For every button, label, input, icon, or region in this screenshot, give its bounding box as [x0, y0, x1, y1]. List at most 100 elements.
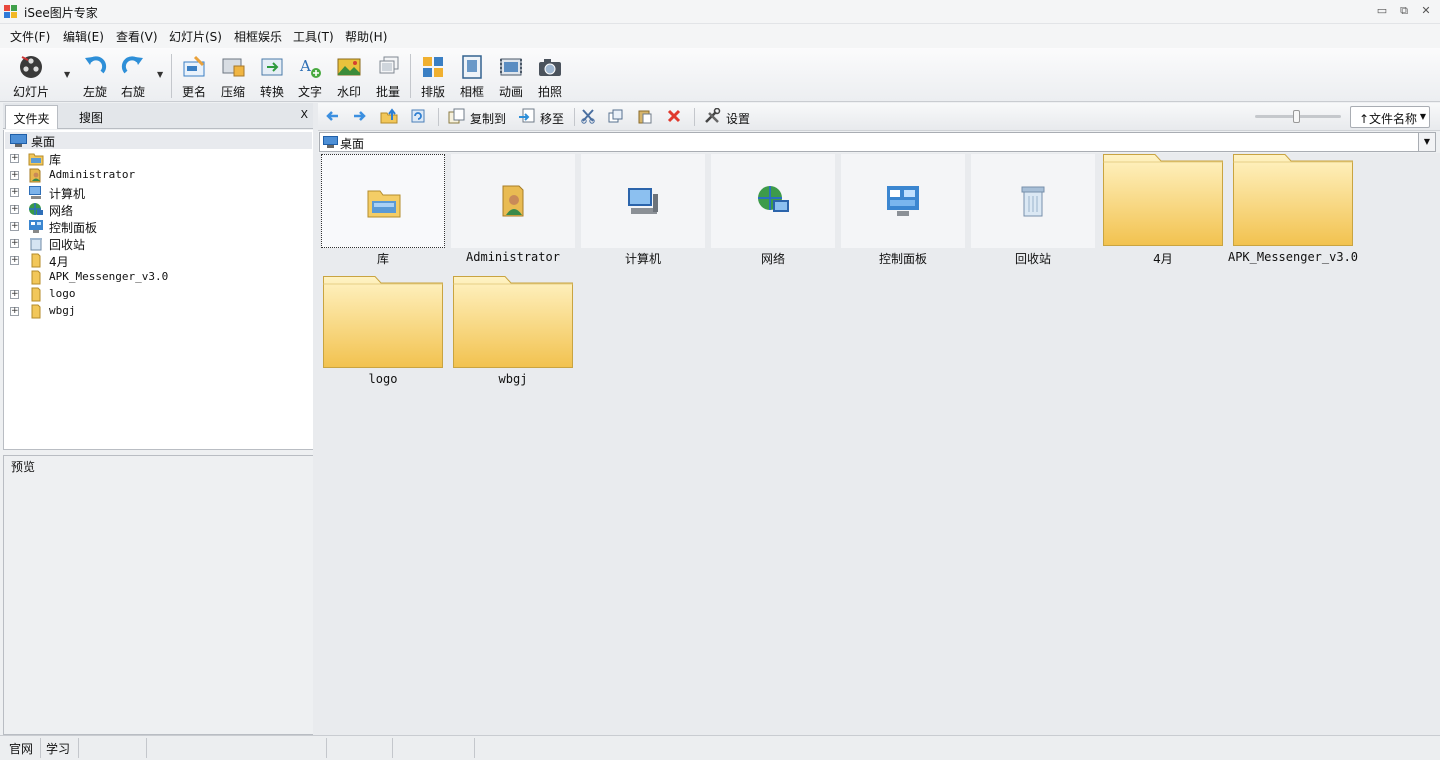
sort-select[interactable]: ↑文件名称 ▼ [1350, 106, 1430, 128]
menu-view[interactable]: 查看(V) [116, 28, 158, 45]
window-title: iSee图片专家 [24, 6, 98, 20]
folder-thumbnail[interactable]: logo [321, 276, 445, 388]
tree-item[interactable]: + wbgj [4, 303, 304, 320]
folder-icon [28, 304, 44, 319]
zoom-slider-thumb[interactable] [1293, 110, 1300, 123]
menu-edit[interactable]: 编辑(E) [63, 28, 104, 45]
expand-icon[interactable]: + [10, 239, 19, 248]
status-cell [79, 738, 147, 758]
expand-icon[interactable]: + [10, 154, 19, 163]
folder-up-icon [380, 108, 398, 124]
tree-item[interactable]: + 库 [4, 150, 304, 167]
tree-item[interactable]: +4月 [4, 252, 304, 269]
watermark-button[interactable]: 水印 [330, 52, 368, 100]
rotate-dropdown-icon[interactable]: ▼ [157, 70, 163, 79]
tree-item[interactable]: + 回收站 [4, 235, 304, 252]
status-learn[interactable]: 学习 [41, 738, 79, 758]
item-thumbnail[interactable]: Administrator [451, 154, 575, 266]
item-thumbnail[interactable]: 控制面板 [841, 154, 965, 266]
item-thumbnail[interactable]: 回收站 [971, 154, 1095, 266]
photo-button[interactable]: 拍照 [531, 52, 569, 100]
tree-item[interactable]: + 网络 [4, 201, 304, 218]
forward-button[interactable] [352, 108, 370, 126]
cut-button[interactable] [580, 108, 598, 126]
expand-icon[interactable]: + [10, 290, 19, 299]
menu-file[interactable]: 文件(F) [10, 28, 50, 45]
expand-icon[interactable]: + [10, 222, 19, 231]
folder-thumbnail[interactable]: 4月 [1101, 154, 1225, 266]
expand-icon[interactable]: + [10, 188, 19, 197]
menu-frame-fun[interactable]: 相框娱乐 [234, 28, 282, 45]
text-button[interactable]: A 文字 [291, 52, 329, 100]
convert-button[interactable]: 转换 [253, 52, 291, 100]
expand-icon[interactable]: + [10, 205, 19, 214]
compress-button[interactable]: 压缩 [214, 52, 252, 100]
address-bar[interactable]: 桌面 ▼ [319, 132, 1436, 152]
rotate-left-button[interactable]: 左旋 [76, 52, 114, 100]
arrow-left-icon [326, 111, 338, 121]
library-icon [28, 151, 44, 166]
menu-help[interactable]: 帮助(H) [345, 28, 387, 45]
thumbnail-caption: 库 [376, 252, 389, 266]
thumbnail-frame [451, 154, 575, 248]
expand-icon[interactable]: + [10, 256, 19, 265]
tab-image-search[interactable]: 搜图 [63, 105, 119, 129]
copy-button[interactable] [608, 108, 626, 126]
tree-item[interactable]: + 控制面板 [4, 218, 304, 235]
delete-button[interactable] [666, 108, 684, 126]
preview-label: 预览 [11, 460, 36, 474]
rotate-right-button[interactable]: 右旋 [114, 52, 152, 100]
tree-item[interactable]: + Administrator [4, 167, 304, 184]
settings-button[interactable]: 设置 [704, 107, 754, 126]
frame-button[interactable]: 相框 [453, 52, 491, 100]
item-thumbnail[interactable]: 网络 [711, 154, 835, 266]
tree-item-label: 回收站 [49, 238, 86, 252]
photo-frame-icon [462, 55, 482, 79]
menu-tools[interactable]: 工具(T) [293, 28, 334, 45]
recycle-bin-icon [28, 236, 44, 251]
menu-slideshow[interactable]: 幻灯片(S) [169, 28, 222, 45]
item-thumbnail[interactable]: 计算机 [581, 154, 705, 266]
expand-icon[interactable]: + [10, 171, 19, 180]
batch-button[interactable]: 批量 [369, 52, 407, 100]
status-cell [393, 738, 475, 758]
slideshow-dropdown-icon[interactable]: ▼ [64, 70, 70, 79]
move-to-icon [519, 108, 535, 123]
tree-item[interactable]: + 计算机 [4, 184, 304, 201]
slideshow-button[interactable]: 幻灯片 [12, 52, 50, 100]
move-to-button[interactable]: 移至 [518, 108, 568, 126]
copy-to-button[interactable]: 复制到 [448, 108, 510, 126]
up-folder-button[interactable] [380, 108, 400, 126]
expand-icon[interactable]: + [10, 307, 19, 316]
tree-item-label: wbgj [49, 304, 76, 317]
close-button[interactable]: ✕ [1418, 4, 1434, 18]
item-thumbnail[interactable]: 库 [321, 154, 445, 266]
status-official-site[interactable]: 官网 [4, 738, 41, 758]
refresh-button[interactable] [410, 108, 428, 126]
panel-close-button[interactable]: X [300, 108, 308, 121]
tree-root-desktop[interactable]: 桌面 [5, 132, 312, 149]
restore-button[interactable]: ⧉ [1396, 4, 1412, 18]
layout-button[interactable]: 排版 [414, 52, 452, 100]
film-reel-icon [20, 56, 42, 78]
refresh-icon [411, 109, 425, 123]
sort-select-value: ↑文件名称 [1359, 112, 1418, 126]
back-button[interactable] [324, 108, 342, 126]
panel-tabs: 文件夹 搜图 X [3, 103, 314, 129]
folder-icon [453, 276, 573, 368]
minimize-button[interactable]: ▭ [1374, 4, 1390, 18]
convert-icon [261, 58, 283, 76]
tree-item[interactable]: APK_Messenger_v3.0 [4, 269, 304, 286]
tab-folders[interactable]: 文件夹 [5, 105, 58, 129]
address-dropdown-button[interactable]: ▼ [1418, 133, 1435, 151]
main-toolbar: 幻灯片 ▼ 左旋 右旋 ▼ 更名 压缩 转换 A 文字 水印 批量 排版 相框 … [0, 48, 1440, 102]
folder-tree: 桌面 + 库 + Administrator + 计算机 + 网络 + 控制面板 + 回收站 +4月 AP… [3, 130, 314, 450]
folder-thumbnail[interactable]: APK_Messenger_v3.0 [1228, 154, 1358, 266]
folder-thumbnail[interactable]: wbgj [451, 276, 575, 388]
animation-button[interactable]: 动画 [492, 52, 530, 100]
tree-item[interactable]: + logo [4, 286, 304, 303]
rename-button[interactable]: 更名 [175, 52, 213, 100]
paste-button[interactable] [637, 108, 655, 126]
batch-label: 批量 [375, 85, 400, 99]
scissors-icon [581, 109, 595, 124]
